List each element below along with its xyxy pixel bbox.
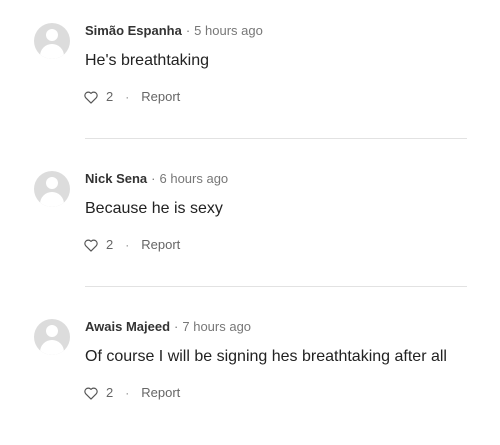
comment-time: 6 hours ago xyxy=(159,171,229,186)
avatar[interactable] xyxy=(34,319,70,355)
heart-icon xyxy=(84,387,98,400)
comment-author[interactable]: Simão Espanha xyxy=(85,23,182,38)
like-count: 2 xyxy=(106,237,114,252)
meta-separator: · xyxy=(174,319,179,334)
comment-meta: Awais Majeed · 7 hours ago xyxy=(85,319,251,335)
comment-time: 7 hours ago xyxy=(182,319,252,334)
comment-author[interactable]: Nick Sena xyxy=(85,171,147,186)
comment-actions: 2 · Report xyxy=(84,237,180,253)
avatar-head-shape xyxy=(46,325,58,337)
avatar[interactable] xyxy=(34,23,70,59)
comment-item: Nick Sena · 6 hours ago Because he is sexy… xyxy=(0,167,500,297)
comment-meta: Nick Sena · 6 hours ago xyxy=(85,171,228,187)
comment-text: He's breathtaking xyxy=(85,52,210,69)
avatar[interactable] xyxy=(34,171,70,207)
heart-icon xyxy=(84,239,98,252)
meta-separator: · xyxy=(151,171,156,186)
like-button[interactable]: 2 xyxy=(84,237,113,253)
comment-actions: 2 · Report xyxy=(84,385,180,401)
like-count: 2 xyxy=(106,385,114,400)
avatar-body-shape xyxy=(40,44,64,59)
like-button[interactable]: 2 xyxy=(84,89,113,105)
comment-item: Simão Espanha · 5 hours ago He's breathtak… xyxy=(0,19,500,149)
comment-divider xyxy=(85,286,467,287)
comment-time: 5 hours ago xyxy=(194,23,263,38)
avatar-body-shape xyxy=(40,340,64,355)
like-button[interactable]: 2 xyxy=(84,385,113,401)
avatar-body-shape xyxy=(40,192,64,207)
meta-separator: · xyxy=(185,23,191,38)
report-link[interactable]: Report xyxy=(141,385,180,401)
report-link[interactable]: Report xyxy=(141,237,180,253)
avatar-head-shape xyxy=(46,177,58,189)
like-count: 2 xyxy=(106,89,114,104)
comment-text: Because he is sexy xyxy=(85,200,223,217)
comment-item: Awais Majeed · 7 hours ago Of course I wil… xyxy=(0,315,500,445)
comment-list: Simão Espanha · 5 hours ago He's breathtak… xyxy=(0,0,500,413)
comment-author[interactable]: Awais Majeed xyxy=(85,319,170,334)
action-separator: · xyxy=(125,386,130,400)
comment-text: Of course I will be signing hes breathta… xyxy=(85,348,447,365)
comment-divider xyxy=(85,138,467,139)
report-link[interactable]: Report xyxy=(141,89,180,105)
comment-meta: Simão Espanha · 5 hours ago xyxy=(85,23,263,39)
action-separator: · xyxy=(125,90,130,104)
avatar-head-shape xyxy=(46,29,58,41)
action-separator: · xyxy=(125,238,130,252)
heart-icon xyxy=(84,91,98,104)
comment-actions: 2 · Report xyxy=(84,89,180,105)
